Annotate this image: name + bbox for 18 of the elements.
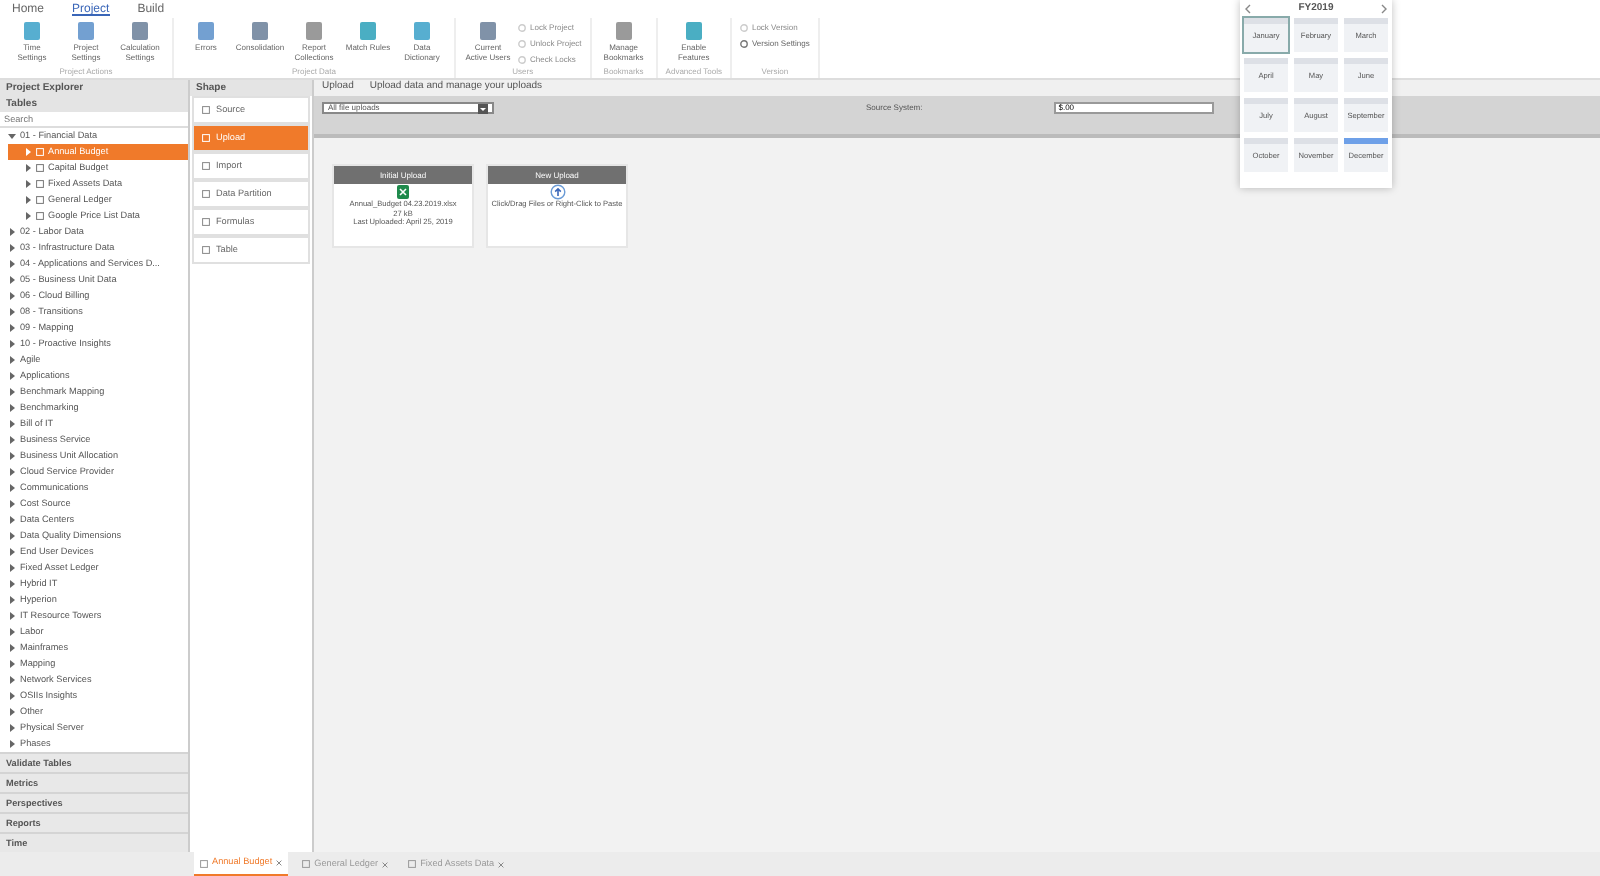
- collapse-arrow-icon: [8, 132, 16, 140]
- close-icon: [498, 861, 505, 867]
- table-icon: [302, 860, 311, 868]
- step-icon: [202, 246, 210, 254]
- step-icon: [202, 134, 210, 142]
- step-icon: [202, 106, 210, 114]
- table-icon: [200, 859, 208, 867]
- chevron-right-icon: [1379, 4, 1388, 14]
- step-icon: [202, 190, 210, 198]
- cloud-upload-icon: [549, 184, 565, 200]
- close-icon: [276, 860, 283, 866]
- spreadsheet-icon: [396, 184, 410, 200]
- step-icon: [202, 162, 210, 170]
- chevron-left-icon: [1244, 4, 1252, 14]
- step-icon: [202, 218, 210, 226]
- close-icon: [382, 861, 389, 867]
- table-icon: [408, 860, 417, 868]
- caret-icon: [478, 103, 488, 113]
